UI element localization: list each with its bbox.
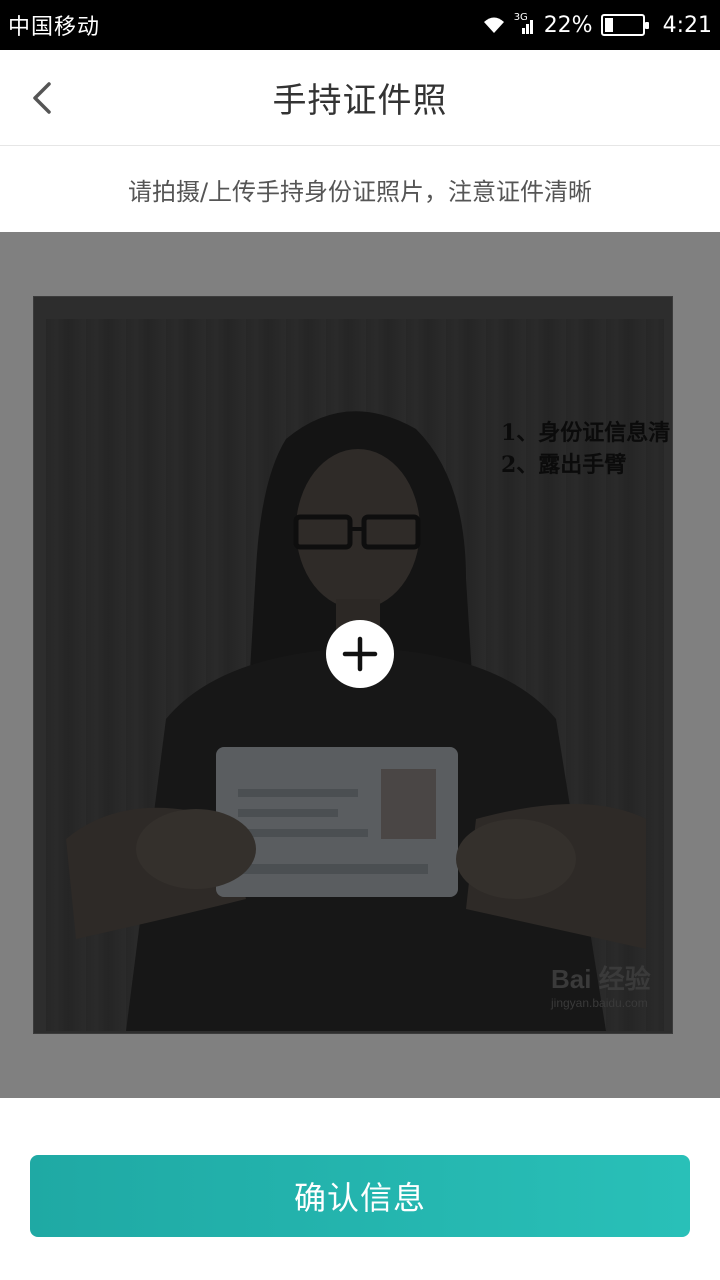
status-bar: 中国移动 3G 22% 4:21 [0,0,720,50]
nav-header: 手持证件照 [0,50,720,146]
confirm-info-button[interactable]: 确认信息 [30,1155,690,1237]
sample-note-1: 1、身份证信息清 [501,420,671,446]
instruction-text: 请拍摄/上传手持身份证照片，注意证件清晰 [127,177,593,206]
network-type: 3G [513,12,528,23]
watermark: Bai 经验 jingyan.baidu.com [551,959,651,1010]
sample-photo-notes: 1、身份证信息清 2、露出手臂 [501,417,670,481]
page-title: 手持证件照 [272,81,448,121]
back-button[interactable] [18,74,66,122]
photo-upload-area[interactable]: 1、身份证信息清 2、露出手臂 Bai 经验 jingyan.baidu.com [0,232,720,1098]
wifi-icon [483,17,504,33]
status-indicators: 3G 22% 4:21 [482,12,712,38]
clock: 4:21 [662,12,712,38]
carrier-name: 中国移动 [8,15,101,40]
plus-icon [342,636,378,672]
sample-note-2: 2、露出手臂 [501,452,627,478]
chevron-left-icon [33,82,51,114]
battery-icon [600,14,649,36]
add-photo-button[interactable] [326,620,394,688]
battery-percent: 22% [543,12,593,38]
watermark-url: jingyan.baidu.com [551,996,648,1010]
cell-signal-icon: 3G [513,12,536,36]
watermark-logo: Bai 经验 [551,964,651,994]
